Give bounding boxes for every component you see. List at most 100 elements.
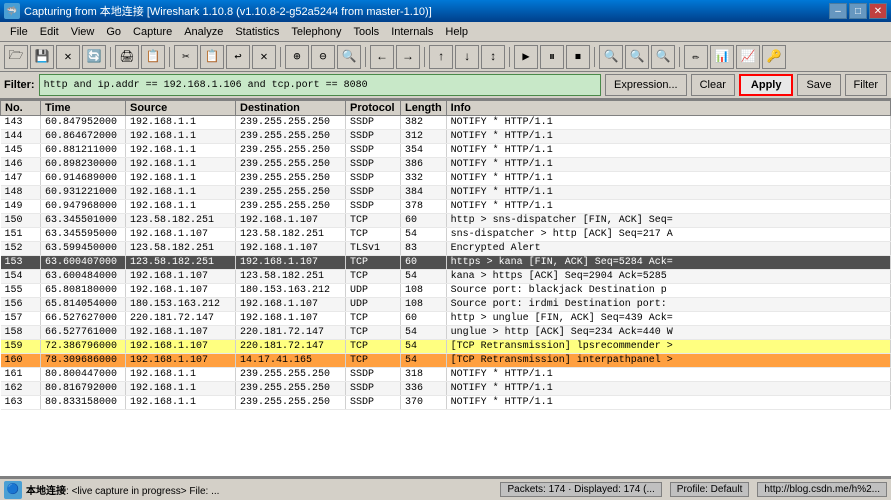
col-header-source[interactable]: Source [126,101,236,116]
cell-info: unglue > http [ACK] Seq=234 Ack=440 W [446,326,890,340]
table-row[interactable]: 14560.881211000192.168.1.1239.255.255.25… [1,144,891,158]
menu-item-statistics[interactable]: Statistics [229,24,285,40]
save-button[interactable]: Save [797,74,840,96]
cell-no: 154 [1,270,41,284]
zoom2-button[interactable]: 🔍 [625,45,649,69]
resize-button[interactable]: ↕ [481,45,505,69]
table-row[interactable]: 14860.931221000192.168.1.1239.255.255.25… [1,186,891,200]
table-row[interactable]: 15263.599450000123.58.182.251192.168.1.1… [1,242,891,256]
col-header-time[interactable]: Time [41,101,126,116]
menu-item-help[interactable]: Help [439,24,474,40]
cell-time: 63.599450000 [41,242,126,256]
table-row[interactable]: 15163.345595000192.168.1.107123.58.182.2… [1,228,891,242]
filter-input[interactable] [39,74,601,96]
cell-source: 192.168.1.1 [126,116,236,130]
menu-item-capture[interactable]: Capture [127,24,178,40]
up-button[interactable]: ↑ [429,45,453,69]
cell-source: 123.58.182.251 [126,214,236,228]
table-wrapper[interactable]: No. Time Source Destination Protocol Len… [0,100,891,410]
table-row[interactable]: 15766.527627000220.181.72.147192.168.1.1… [1,312,891,326]
cell-time: 63.600484000 [41,270,126,284]
col-header-no[interactable]: No. [1,101,41,116]
window-controls: – □ ✕ [829,3,887,19]
back-button[interactable]: ← [370,45,394,69]
col-header-length[interactable]: Length [401,101,447,116]
reload-button[interactable]: 🔄 [82,45,106,69]
cell-no: 157 [1,312,41,326]
menu-item-analyze[interactable]: Analyze [178,24,229,40]
menu-item-telephony[interactable]: Telephony [285,24,347,40]
table-row[interactable]: 15565.808180000192.168.1.107180.153.163.… [1,284,891,298]
expression-button[interactable]: Expression... [605,74,687,96]
table-row[interactable]: 14460.864672000192.168.1.1239.255.255.25… [1,130,891,144]
menu-item-view[interactable]: View [65,24,101,40]
copy-button[interactable]: 📋 [141,45,165,69]
filter-button[interactable]: Filter [845,74,887,96]
zoom-in-button[interactable]: ⊕ [285,45,309,69]
menu-item-file[interactable]: File [4,24,34,40]
down-button[interactable]: ↓ [455,45,479,69]
col-header-destination[interactable]: Destination [236,101,346,116]
table-row[interactable]: 16280.816792000192.168.1.1239.255.255.25… [1,382,891,396]
cell-time: 72.386796000 [41,340,126,354]
undo-button[interactable]: ↩ [226,45,250,69]
menu-item-internals[interactable]: Internals [385,24,439,40]
table-row[interactable]: 15866.527761000192.168.1.107220.181.72.1… [1,326,891,340]
menu-item-edit[interactable]: Edit [34,24,65,40]
close-button[interactable]: ✕ [869,3,887,19]
cell-info: NOTIFY * HTTP/1.1 [446,158,890,172]
cell-proto: TCP [346,312,401,326]
table-row[interactable]: 14360.847952000192.168.1.1239.255.255.25… [1,116,891,130]
maximize-button[interactable]: □ [849,3,867,19]
key-button[interactable]: 🔑 [762,45,786,69]
table-row[interactable]: 14660.898230000192.168.1.1239.255.255.25… [1,158,891,172]
cell-info: NOTIFY * HTTP/1.1 [446,396,890,410]
apply-button[interactable]: Apply [739,74,794,96]
cell-dest: 123.58.182.251 [236,270,346,284]
cell-source: 192.168.1.1 [126,130,236,144]
table-row[interactable]: 15363.600407000123.58.182.251192.168.1.1… [1,256,891,270]
cell-info: http > unglue [FIN, ACK] Seq=439 Ack= [446,312,890,326]
cell-no: 158 [1,326,41,340]
menu-item-go[interactable]: Go [100,24,127,40]
cell-proto: TCP [346,256,401,270]
table-row[interactable]: 15063.345501000123.58.182.251192.168.1.1… [1,214,891,228]
title-bar: 🦈 Capturing from 本地连接 [Wireshark 1.10.8 … [0,0,891,22]
zoom-out-button[interactable]: ⊖ [311,45,335,69]
stop2-button[interactable]: ⏹ [566,45,590,69]
chart-button[interactable]: 📊 [710,45,734,69]
save-button[interactable]: 💾 [30,45,54,69]
play-button[interactable]: ▶ [514,45,538,69]
minimize-button[interactable]: – [829,3,847,19]
graph-button[interactable]: 📈 [736,45,760,69]
forward-button[interactable]: → [396,45,420,69]
table-row[interactable]: 15665.814054000180.153.163.212192.168.1.… [1,298,891,312]
zoom3-button[interactable]: 🔍 [651,45,675,69]
open-button[interactable]: 🗁 [4,45,28,69]
table-row[interactable]: 16380.833158000192.168.1.1239.255.255.25… [1,396,891,410]
table-row[interactable]: 16180.800447000192.168.1.1239.255.255.25… [1,368,891,382]
edit-button[interactable]: ✏ [684,45,708,69]
table-row[interactable]: 15463.600484000192.168.1.107123.58.182.2… [1,270,891,284]
paste-button[interactable]: 📋 [200,45,224,69]
table-row[interactable]: 15972.386796000192.168.1.107220.181.72.1… [1,340,891,354]
col-header-protocol[interactable]: Protocol [346,101,401,116]
status-url: http://blog.csdn.me/h%2... [757,482,887,497]
zoom1-button[interactable]: 🔍 [599,45,623,69]
stop-button[interactable]: ✕ [252,45,276,69]
cut-button[interactable]: ✂ [174,45,198,69]
clear-button[interactable]: Clear [691,74,735,96]
close-button[interactable]: ✕ [56,45,80,69]
print-button[interactable]: 🖨 [115,45,139,69]
cell-proto: TCP [346,228,401,242]
table-row[interactable]: 16078.309686000192.168.1.10714.17.41.165… [1,354,891,368]
table-row[interactable]: 14760.914689000192.168.1.1239.255.255.25… [1,172,891,186]
pause-button[interactable]: ⏸ [540,45,564,69]
cell-no: 145 [1,144,41,158]
table-row[interactable]: 14960.947968000192.168.1.1239.255.255.25… [1,200,891,214]
col-header-info[interactable]: Info [446,101,890,116]
window-title: Capturing from 本地连接 [Wireshark 1.10.8 (v… [24,3,829,19]
toolbar-separator [509,47,510,67]
menu-item-tools[interactable]: Tools [348,24,386,40]
find-button[interactable]: 🔍 [337,45,361,69]
